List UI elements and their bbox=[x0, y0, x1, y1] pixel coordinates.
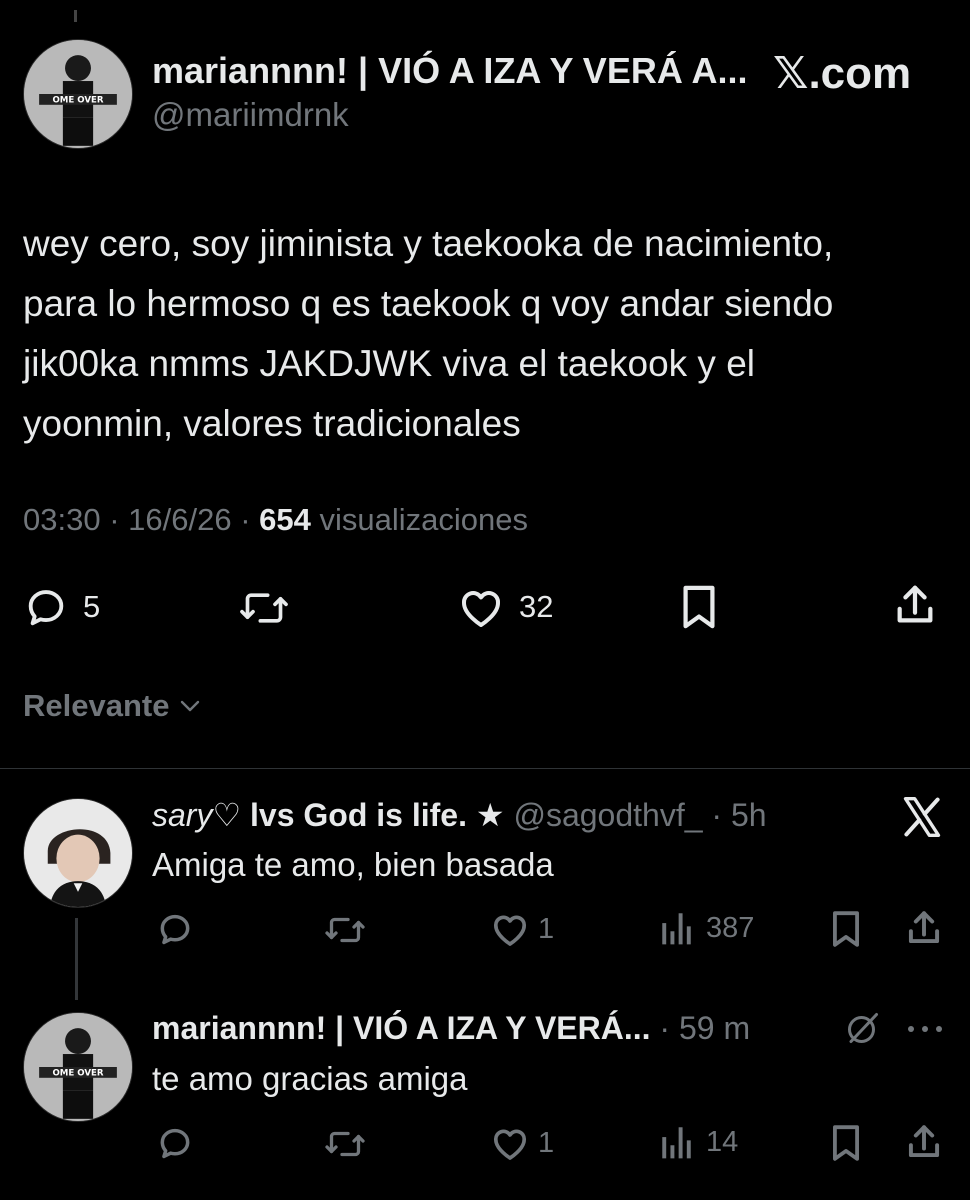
divider bbox=[0, 768, 970, 769]
share-button[interactable] bbox=[906, 908, 942, 948]
reply-button[interactable] bbox=[156, 910, 194, 948]
bookmark-icon bbox=[833, 1125, 859, 1161]
reply-header: sary♡ lvs God is life. ★ @sagodthvf_ · 5… bbox=[152, 796, 767, 834]
views-label: visualizaciones bbox=[319, 502, 529, 537]
retweet-button[interactable] bbox=[324, 912, 366, 948]
author-avatar[interactable]: OME OVER bbox=[23, 39, 133, 149]
author-handle[interactable]: @mariimdrnk bbox=[152, 96, 349, 134]
reply-button[interactable]: 5 bbox=[23, 584, 100, 630]
retweet-button[interactable] bbox=[238, 586, 290, 630]
like-button[interactable]: 1 bbox=[490, 910, 554, 948]
bookmark-icon bbox=[833, 911, 859, 947]
reply-display-name[interactable]: mariannnn! | VIÓ A IZA Y VERÁ... bbox=[152, 1010, 651, 1046]
sort-dropdown[interactable]: Relevante bbox=[23, 688, 201, 724]
reply-button[interactable] bbox=[156, 1124, 194, 1162]
heart-icon bbox=[462, 591, 500, 627]
meta-dot: · bbox=[240, 502, 260, 537]
like-button[interactable]: 32 bbox=[457, 584, 553, 630]
reply-header: mariannnn! | VIÓ A IZA Y VERÁ... · 59 m bbox=[152, 1010, 750, 1047]
views-count: 14 bbox=[706, 1125, 739, 1158]
heart-icon bbox=[494, 1129, 526, 1160]
tweet-meta: 03:30 · 16/6/26 · 654 visualizaciones bbox=[23, 502, 528, 538]
retweet-button[interactable] bbox=[324, 1126, 366, 1162]
bookmark-icon bbox=[683, 585, 715, 629]
reply-count: 5 bbox=[83, 589, 101, 624]
reply-time[interactable]: 5h bbox=[731, 797, 767, 833]
tweet-date[interactable]: 16/6/26 bbox=[128, 502, 231, 537]
tweet-text-line: para lo hermoso q es taekook q voy andar… bbox=[23, 283, 834, 324]
like-count: 1 bbox=[538, 912, 555, 945]
share-icon bbox=[908, 1125, 940, 1158]
x-logo-icon bbox=[900, 795, 944, 844]
meta-dot: · bbox=[650, 1010, 679, 1046]
reply-name-rest: lvs God is life. ★ bbox=[241, 797, 505, 833]
reply-handle[interactable]: @sagodthvf_ bbox=[513, 797, 702, 833]
views-count: 654 bbox=[259, 502, 311, 537]
like-count: 1 bbox=[538, 1126, 555, 1159]
reply-display-name[interactable]: sary♡ lvs God is life. ★ bbox=[152, 797, 513, 833]
heart-icon bbox=[494, 915, 526, 946]
tweet-text-line: jik00ka nmms JAKDJWK viva el taekook y e… bbox=[23, 343, 756, 384]
share-icon bbox=[897, 585, 933, 623]
bookmark-button[interactable] bbox=[679, 584, 719, 630]
reply-avatar[interactable] bbox=[23, 798, 133, 908]
more-options-icon[interactable] bbox=[906, 1022, 944, 1040]
views-button[interactable]: 14 bbox=[660, 1124, 738, 1160]
analytics-icon bbox=[662, 1127, 691, 1159]
tweet-text-line: yoonmin, valores tradicionales bbox=[23, 403, 521, 444]
like-button[interactable]: 1 bbox=[490, 1124, 554, 1162]
meta-dot: · bbox=[109, 502, 129, 537]
like-count: 32 bbox=[519, 589, 554, 624]
retweet-icon bbox=[325, 1131, 365, 1157]
views-count: 387 bbox=[706, 911, 755, 944]
reply-icon bbox=[28, 590, 64, 626]
share-button[interactable] bbox=[893, 582, 937, 628]
reply-text: Amiga te amo, bien basada bbox=[152, 846, 554, 883]
tweet-text-line: wey cero, soy jiminista y taekooka de na… bbox=[23, 223, 834, 264]
reply-time[interactable]: 59 m bbox=[679, 1010, 750, 1046]
reply-icon bbox=[160, 1128, 190, 1159]
reply-name-italic: sary♡ bbox=[152, 797, 242, 833]
site-label: 𝕏.com bbox=[773, 49, 912, 98]
share-icon bbox=[908, 911, 940, 944]
meta-dot: · bbox=[702, 797, 731, 833]
svg-text:OME OVER: OME OVER bbox=[52, 1069, 103, 1079]
author-display-name[interactable]: mariannnn! | VIÓ A IZA Y VERÁ A... bbox=[152, 50, 748, 92]
reply-thread-line bbox=[75, 918, 78, 1000]
retweet-icon bbox=[325, 917, 365, 943]
reply-text: te amo gracias amiga bbox=[152, 1060, 468, 1097]
share-button[interactable] bbox=[906, 1122, 942, 1162]
svg-text:OME OVER: OME OVER bbox=[52, 96, 103, 106]
bookmark-button[interactable] bbox=[830, 1124, 862, 1162]
top-thread-line bbox=[74, 10, 77, 22]
views-button[interactable]: 387 bbox=[660, 910, 754, 946]
reply-icon bbox=[160, 914, 190, 945]
bookmark-button[interactable] bbox=[830, 910, 862, 948]
tweet-text: wey cero, soy jiminista y taekooka de na… bbox=[23, 214, 953, 454]
sort-label: Relevante bbox=[23, 688, 170, 723]
grok-icon[interactable] bbox=[845, 1010, 881, 1051]
retweet-icon bbox=[240, 593, 288, 623]
reply-avatar[interactable]: OME OVER bbox=[23, 1012, 133, 1122]
chevron-down-icon bbox=[181, 700, 200, 712]
analytics-icon bbox=[662, 913, 691, 945]
tweet-time[interactable]: 03:30 bbox=[23, 502, 101, 537]
